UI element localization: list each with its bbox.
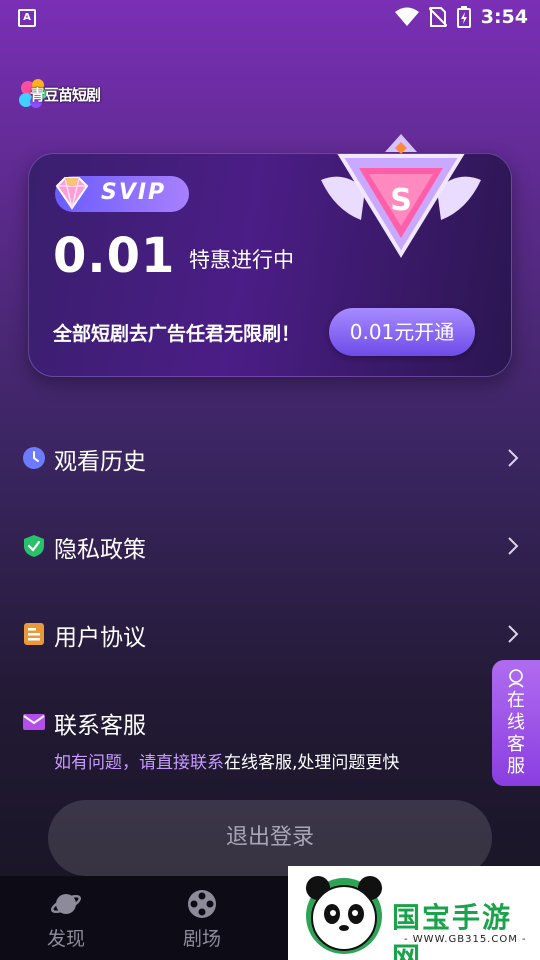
- svip-badge: SVIP: [55, 176, 189, 212]
- wifi-icon: [394, 7, 419, 26]
- online-service-tab[interactable]: 在线客服: [492, 660, 540, 786]
- nav-item-theater[interactable]: 剧场: [162, 888, 242, 951]
- panda-mascot-icon: [306, 876, 382, 954]
- menu-label: 用户协议: [54, 625, 146, 651]
- watermark-banner: 国宝手游网 - WWW.GB315.COM -: [288, 866, 540, 960]
- online-service-label: 在线客服: [507, 690, 525, 777]
- activate-vip-button[interactable]: 0.01元开通: [329, 308, 475, 356]
- watermark-title: 国宝手游网: [392, 901, 513, 960]
- chevron-right-icon: [508, 449, 519, 467]
- document-icon: [24, 623, 44, 645]
- planet-icon: [50, 894, 82, 914]
- svip-shield-emblem: S: [321, 134, 481, 258]
- menu-item-privacy-policy[interactable]: 隐私政策: [0, 516, 540, 576]
- help-text-highlight: 如有问题，请直接联系: [54, 753, 224, 773]
- vip-price: 0.01: [53, 228, 176, 284]
- status-time: 3:54: [480, 6, 528, 28]
- help-text-rest: 在线客服,处理问题更快: [224, 753, 400, 773]
- nav-label: 剧场: [182, 928, 221, 950]
- watermark-url: - WWW.GB315.COM -: [404, 934, 527, 945]
- vip-description: 全部短剧去广告任君无限刷！: [53, 323, 301, 345]
- app-notification-icon: A: [18, 9, 36, 27]
- status-bar: A 3:54: [0, 0, 540, 36]
- menu-label: 观看历史: [54, 449, 146, 475]
- svip-label: SVIP: [101, 180, 167, 205]
- vip-promo-text: 特惠进行中: [189, 248, 294, 272]
- nav-item-discover[interactable]: 发现: [26, 888, 106, 951]
- film-reel-icon: [188, 890, 216, 918]
- app-logo: 青豆苗短剧: [18, 76, 108, 112]
- menu-item-user-agreement[interactable]: 用户协议: [0, 604, 540, 664]
- chevron-right-icon: [508, 537, 519, 555]
- menu-label: 联系客服: [54, 713, 146, 739]
- logout-button[interactable]: 退出登录: [48, 800, 492, 876]
- emblem-letter: S: [390, 183, 412, 218]
- svip-promo-card[interactable]: SVIP S 0.01 特惠进行中 全部短剧去广告任君无限刷！ 0.01元开通: [28, 134, 512, 377]
- clock-icon: [23, 447, 45, 469]
- battery-charging-icon: [456, 6, 471, 28]
- logo-text: 青豆苗短剧: [30, 86, 101, 104]
- status-icons: 3:54: [394, 6, 528, 28]
- shield-icon: [24, 535, 44, 557]
- support-agent-icon: [508, 669, 524, 688]
- nav-label: 发现: [46, 928, 85, 950]
- no-sim-icon: [428, 7, 447, 27]
- menu-item-watch-history[interactable]: 观看历史: [0, 428, 540, 488]
- menu-label: 隐私政策: [54, 537, 146, 563]
- chevron-right-icon: [508, 625, 519, 643]
- mail-icon: [23, 714, 45, 730]
- diamond-icon: [55, 177, 89, 210]
- menu-item-contact-support[interactable]: 联系客服: [0, 692, 540, 752]
- support-help-text: 如有问题，请直接联系在线客服,处理问题更快: [54, 748, 399, 773]
